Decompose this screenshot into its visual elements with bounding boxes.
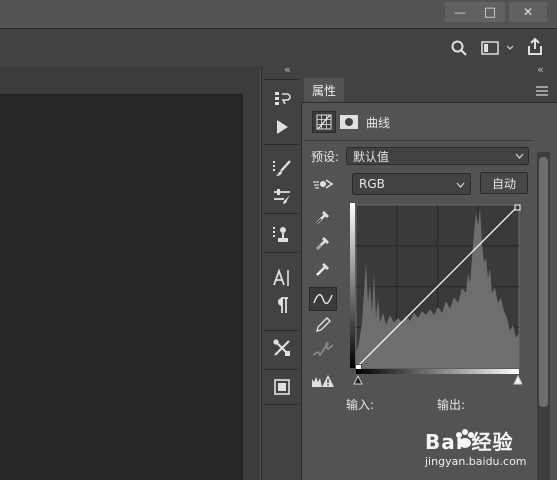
brush-preset-icon [272,160,291,176]
on-image-icon [313,179,334,189]
adjustment-icon [316,114,332,130]
document-canvas[interactable] [0,94,243,480]
collapse-icon: « [537,63,544,76]
workspace-button[interactable] [480,39,520,57]
curve-point-button[interactable] [309,287,337,311]
dock-separator [264,144,299,145]
brush-settings-panel-button[interactable] [263,183,300,209]
gray-point-eyedropper-icon [316,237,329,250]
layer-comps-icon [273,379,290,395]
auto-button[interactable]: 自动 [480,172,528,194]
pencil-icon [316,317,331,332]
clone-source-icon [272,227,288,242]
clone-source-panel-button[interactable] [263,222,300,248]
channel-select[interactable]: RGB [352,173,471,195]
input-gradient [356,369,519,374]
adjustment-button[interactable] [312,111,336,133]
input-label: 输入: [346,398,375,412]
options-bar [0,28,557,68]
layer-comps-panel-button[interactable] [263,374,300,400]
preset-value: 默认值 [353,149,390,164]
adjustment-title: 曲线 [366,116,391,130]
paw-icon [456,429,474,448]
maximize-icon: □ [483,4,497,20]
brush-settings-icon [273,189,290,204]
mask-icon [340,115,358,129]
watermark-logo: Bai 经验 [425,425,555,455]
tab-properties[interactable]: 属性 [304,78,344,102]
properties-panel-top: « [301,63,557,77]
close-icon: ✕ [522,5,534,19]
white-point-eyedropper-icon [316,263,329,276]
smooth-button[interactable] [309,338,337,362]
pencil-button[interactable] [309,313,337,337]
minimize-icon: — [454,5,466,19]
maximize-button[interactable]: □ [475,2,505,22]
black-point-slider[interactable] [353,374,363,385]
black-point-eyedropper-icon [316,211,329,224]
dock-collapse[interactable]: « [262,63,301,76]
smooth-icon [312,342,334,357]
channel-value: RGB [359,177,385,191]
output-gradient [350,203,355,368]
preset-label: 预设: [311,150,340,164]
curve-point-icon [313,293,333,305]
preset-select[interactable]: 默认值 [346,147,529,165]
clipping-warning-icon [312,375,334,387]
collapse-icon: « [284,63,291,76]
dock-separator [264,330,299,331]
chevron-down-icon [456,182,465,188]
close-button[interactable]: ✕ [509,2,547,22]
search-icon [451,40,467,56]
output-label: 输出: [437,398,466,412]
character-panel-button[interactable] [263,265,300,291]
dock-separator [264,404,299,405]
mask-button[interactable] [339,112,359,132]
dock-separator [264,369,299,370]
title-bar: — □ ✕ [0,0,557,28]
watermark-url: jingyan.baidu.com [425,455,527,468]
dock-separator [264,79,299,80]
actions-panel-button[interactable] [263,114,300,140]
menu-icon [536,86,548,96]
panel-menu-button[interactable] [535,82,551,96]
curves-graph[interactable] [350,203,522,386]
tools-icon [272,339,290,356]
share-button[interactable] [525,37,545,57]
clipping-warning-button[interactable] [309,369,337,393]
dock-separator [264,252,299,253]
brushes-panel-button[interactable] [263,155,300,181]
white-point-slider[interactable] [513,374,522,385]
minimize-button[interactable]: — [445,2,475,22]
paragraph-icon [277,297,288,313]
gray-point-eyedropper-button[interactable] [309,231,337,255]
chevron-down-icon [515,153,524,159]
character-icon [272,268,289,286]
on-image-adjust-button[interactable] [309,172,337,196]
history-icon [274,92,291,105]
history-panel-button[interactable] [263,86,300,112]
search-button[interactable] [450,39,468,57]
share-icon [528,37,542,55]
dock-separator [264,213,299,214]
panel-divider [304,140,533,141]
paragraph-panel-button[interactable] [263,292,300,318]
scrollbar-thumb[interactable] [539,157,548,407]
play-icon [276,120,288,134]
panel-dock: « [261,63,301,480]
tool-presets-panel-button[interactable] [263,335,300,361]
black-point-eyedropper-button[interactable] [309,205,337,229]
workspace-icon [481,41,514,55]
curve-point-white[interactable] [514,204,521,211]
white-point-eyedropper-button[interactable] [309,257,337,281]
